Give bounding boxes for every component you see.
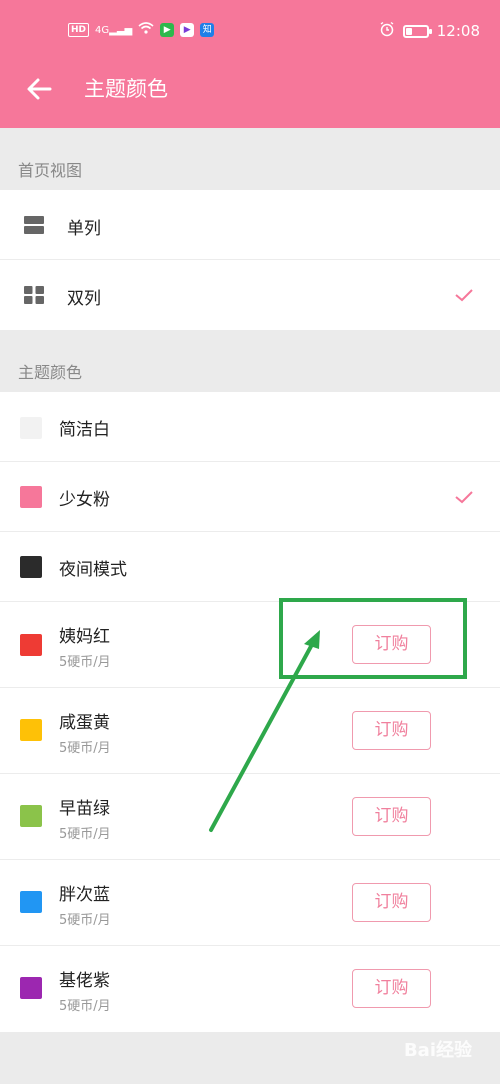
view-list: 单列 双列 [0, 190, 500, 330]
wifi-icon [138, 22, 154, 38]
color-option-purple[interactable]: 基佬紫 5硬币/月 订购 [0, 946, 500, 1032]
color-swatch [20, 805, 42, 827]
subscribe-button[interactable]: 订购 [352, 797, 431, 836]
hd-icon: HD [68, 23, 90, 37]
view-option-label: 单列 [67, 219, 101, 239]
color-swatch [20, 719, 42, 741]
color-option-blue[interactable]: 胖次蓝 5硬币/月 订购 [0, 860, 500, 946]
section-header-view: 首页视图 [0, 128, 500, 190]
color-swatch [20, 634, 42, 656]
status-bar: HD 4G▂▃▅ ▶ ▶ 知 12:08 [0, 0, 500, 64]
view-option-double[interactable]: 双列 [0, 260, 500, 330]
color-label: 咸蛋黄 [59, 713, 110, 733]
status-left-icons: HD 4G▂▃▅ ▶ ▶ 知 [68, 22, 215, 38]
subscribe-button[interactable]: 订购 [352, 883, 431, 922]
battery-icon [402, 24, 432, 38]
color-label: 姨妈红 [59, 627, 110, 647]
color-label: 胖次蓝 [59, 885, 110, 905]
view-option-label: 双列 [67, 289, 101, 309]
color-swatch [20, 486, 42, 508]
color-label: 夜间模式 [59, 560, 127, 580]
signal-icon: 4G▂▃▅ [95, 24, 133, 36]
video-app-icon: ▶ [180, 23, 195, 37]
color-label: 基佬紫 [59, 971, 110, 991]
app-notification-icon: ▶ [160, 23, 175, 37]
status-right: 12:08 [379, 21, 480, 41]
view-option-single[interactable]: 单列 [0, 190, 500, 260]
color-price: 5硬币/月 [59, 655, 111, 670]
color-label: 早苗绿 [59, 799, 110, 819]
color-swatch [20, 891, 42, 913]
page-title: 主题颜色 [84, 77, 168, 101]
status-time: 12:08 [436, 22, 480, 40]
color-option-pink[interactable]: 少女粉 [0, 462, 500, 532]
color-option-white[interactable]: 简洁白 [0, 392, 500, 462]
subscribe-button[interactable]: 订购 [352, 711, 431, 750]
color-price: 5硬币/月 [59, 999, 111, 1014]
annotation-arrow-icon [209, 630, 320, 832]
double-column-icon [24, 285, 44, 305]
color-label: 简洁白 [59, 420, 110, 440]
app-bar: HD 4G▂▃▅ ▶ ▶ 知 12:08 主题颜色 [0, 0, 500, 128]
check-icon [454, 287, 474, 303]
color-swatch [20, 977, 42, 999]
subscribe-button[interactable]: 订购 [352, 969, 431, 1008]
single-column-icon [24, 215, 44, 235]
color-price: 5硬币/月 [59, 827, 111, 842]
back-arrow-icon[interactable] [22, 74, 56, 104]
color-price: 5硬币/月 [59, 741, 111, 756]
color-swatch [20, 417, 42, 439]
watermark: Bai经验 [403, 1040, 472, 1061]
section-header-color: 主题颜色 [0, 330, 500, 392]
alarm-icon [379, 21, 395, 41]
color-swatch [20, 556, 42, 578]
zhihu-icon: 知 [200, 23, 215, 37]
color-price: 5硬币/月 [59, 913, 111, 928]
check-icon [454, 489, 474, 505]
color-option-night[interactable]: 夜间模式 [0, 532, 500, 602]
color-label: 少女粉 [59, 490, 110, 510]
